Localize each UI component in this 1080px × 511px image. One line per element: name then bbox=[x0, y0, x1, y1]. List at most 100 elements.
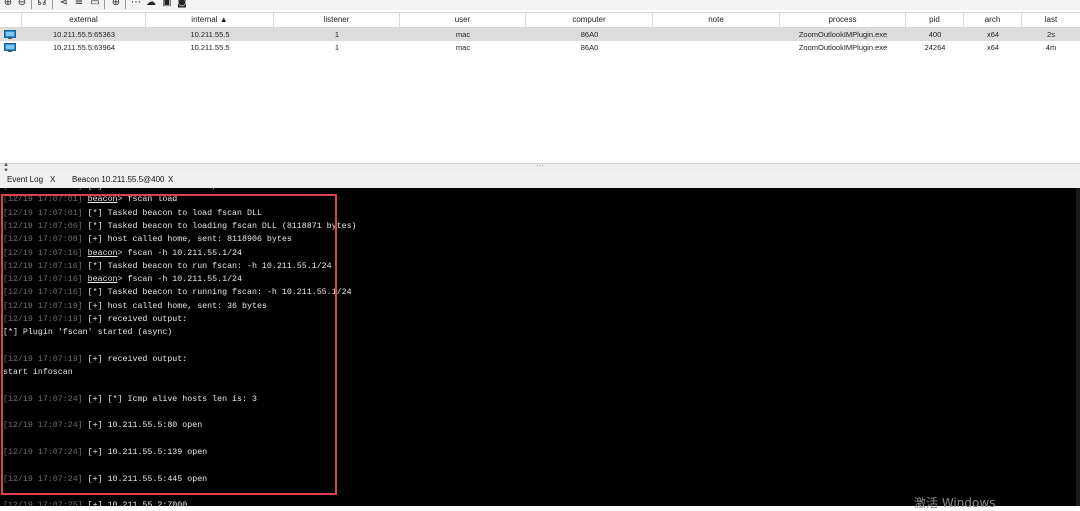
console-line: [12/19 17:07:16] [*] Tasked beacon to ru… bbox=[3, 261, 332, 273]
column-header-last[interactable]: last bbox=[1022, 13, 1080, 27]
console-text: > fscan -h 10.211.55.1/24 bbox=[117, 248, 243, 258]
console-text: 10.211.55.5:80 open bbox=[107, 421, 203, 431]
table-row[interactable]: 10.211.55.5:63964 10.211.55.5 1 mac 86A0… bbox=[0, 41, 1080, 54]
console-timestamp: [12/19 17:07:01] bbox=[3, 208, 83, 218]
table-row[interactable]: 10.211.55.5:65363 10.211.55.5 1 mac 86A0… bbox=[0, 28, 1080, 41]
console-text: 10.211.55.5:445 open bbox=[107, 474, 208, 484]
cell-external: 10.211.55.5:63964 bbox=[52, 43, 115, 52]
cell-listener: 1 bbox=[334, 43, 340, 52]
cell-external: 10.211.55.5:65363 bbox=[52, 30, 115, 39]
cell-pid: 400 bbox=[928, 30, 942, 39]
console-text: start infoscan bbox=[3, 368, 73, 378]
list-icon[interactable]: ≡ bbox=[73, 0, 85, 9]
console-prompt: beacon bbox=[87, 275, 118, 285]
console-line: [12/19 17:07:25] [+] 10.211.55.2:7000 bbox=[3, 500, 187, 506]
console-line: [12/19 17:07:19] [+] received output: bbox=[3, 314, 187, 326]
console-line: start infoscan bbox=[3, 367, 73, 379]
column-header-icon[interactable] bbox=[0, 13, 22, 27]
cloud-icon[interactable]: ☁ bbox=[145, 0, 157, 9]
column-header-pid[interactable]: pid bbox=[906, 13, 964, 27]
window-icon[interactable]: ▭ bbox=[89, 0, 101, 9]
console-prompt: beacon bbox=[87, 195, 118, 205]
console-line: [12/19 17:07:19] [+] received output: bbox=[3, 354, 187, 366]
console-timestamp: [12/19 17:07:16] bbox=[3, 261, 83, 271]
console-tag: [+] bbox=[87, 394, 103, 404]
console-line: [12/19 17:07:16] [*] Tasked beacon to ru… bbox=[3, 287, 352, 299]
plus-circle-icon[interactable]: ⊕ bbox=[2, 0, 14, 9]
beacon-console[interactable]: [12/19 17:06:55] [+] Tasked beacon to sl… bbox=[0, 188, 1080, 506]
column-header-internal[interactable]: internal ▲ bbox=[146, 13, 274, 27]
table-header: external internal ▲ listener user comput… bbox=[0, 13, 1080, 28]
console-line: [12/19 17:07:08] [+] host called home, s… bbox=[3, 234, 292, 246]
console-text: [*] Icmp alive hosts len is: 3 bbox=[107, 394, 257, 404]
console-tag: [*] bbox=[87, 221, 103, 231]
camera-icon[interactable]: ◙ bbox=[176, 0, 188, 9]
console-timestamp: [12/19 17:07:16] bbox=[3, 248, 83, 258]
console-tag: [*] bbox=[87, 208, 103, 218]
column-header-listener[interactable]: listener bbox=[274, 13, 400, 27]
tab-beacon[interactable]: Beacon 10.211.55.5@400 bbox=[72, 171, 165, 188]
toolbar-separator bbox=[52, 0, 53, 9]
cell-internal: 10.211.55.5 bbox=[190, 30, 230, 39]
column-header-computer[interactable]: computer bbox=[526, 13, 653, 27]
console-line: [12/19 17:07:16] beacon> fscan -h 10.211… bbox=[3, 248, 242, 260]
console-timestamp: [12/19 17:07:16] bbox=[3, 288, 83, 298]
share-icon[interactable]: ⋖ bbox=[58, 0, 70, 9]
console-text: Tasked beacon to loading fscan DLL (8118… bbox=[107, 221, 357, 231]
cell-last: 4m bbox=[1045, 43, 1057, 52]
cell-process: ZoomOutlookIMPlugin.exe bbox=[798, 43, 888, 52]
console-tag: [*] bbox=[3, 328, 18, 338]
console-tag: [+] bbox=[87, 301, 103, 311]
console-text: > fscan -h 10.211.55.1/24 bbox=[117, 275, 243, 285]
cell-pid: 24264 bbox=[924, 43, 946, 52]
console-timestamp: [12/19 17:07:08] bbox=[3, 235, 83, 245]
console-timestamp: [12/19 17:06:55] bbox=[3, 188, 83, 191]
column-header-user[interactable]: user bbox=[400, 13, 526, 27]
console-line: [12/19 17:07:24] [+] 10.211.55.5:139 ope… bbox=[3, 447, 207, 459]
console-timestamp: [12/19 17:07:24] bbox=[3, 448, 83, 457]
column-header-note[interactable]: note bbox=[653, 13, 780, 27]
console-text: received output: bbox=[107, 315, 188, 324]
cell-last: 2s bbox=[1047, 30, 1055, 39]
column-header-external[interactable]: external bbox=[22, 13, 146, 27]
console-timestamp: [12/19 17:07:16] bbox=[3, 275, 83, 285]
cell-arch: x64 bbox=[986, 43, 1000, 52]
console-tag: [*] bbox=[87, 261, 103, 271]
minus-circle-icon[interactable]: ⊖ bbox=[16, 0, 28, 9]
console-text: 10.211.55.2:7000 bbox=[107, 501, 188, 506]
console-line: [12/19 17:07:24] [+] 10.211.55.5:80 open bbox=[3, 420, 202, 432]
coffee-icon[interactable]: ▣ bbox=[161, 0, 173, 9]
console-tag: [+] bbox=[87, 421, 103, 431]
tab-event-log[interactable]: Event Log bbox=[7, 171, 43, 188]
console-scrollbar[interactable] bbox=[1076, 188, 1080, 506]
cell-listener: 1 bbox=[334, 30, 340, 39]
toolbar-separator bbox=[31, 0, 32, 9]
cell-arch: x64 bbox=[986, 30, 1000, 39]
console-text: > fscan load bbox=[117, 195, 178, 205]
console-text: Tasked beacon to load fscan DLL bbox=[107, 208, 262, 218]
headphones-icon[interactable]: ☊ bbox=[36, 0, 48, 9]
console-prompt: beacon bbox=[87, 248, 118, 258]
tab-beacon-close-icon[interactable]: X bbox=[168, 171, 173, 188]
drag-grip-icon[interactable]: ··· bbox=[536, 161, 544, 170]
globe-icon[interactable]: ⊕ bbox=[110, 0, 122, 9]
column-header-process[interactable]: process bbox=[780, 13, 906, 27]
toolbar: ⊕ ⊖ ☊ ⋖ ≡ ▭ ⊕ ⋯ ☁ ▣ ◙ bbox=[0, 0, 1080, 10]
console-timestamp: [12/19 17:07:06] bbox=[3, 221, 83, 231]
console-tag: [+] bbox=[87, 354, 103, 364]
tab-event-log-close-icon[interactable]: X bbox=[50, 171, 55, 188]
console-line: [12/19 17:07:24] [+] [*] Icmp alive host… bbox=[3, 394, 257, 406]
console-timestamp: [12/19 17:07:19] bbox=[3, 354, 83, 364]
console-line: [*] Plugin 'fscan' started (async) bbox=[3, 327, 172, 339]
console-tag: [+] bbox=[87, 474, 103, 484]
beacon-computer-icon bbox=[4, 30, 16, 39]
console-line: [12/19 17:07:06] [*] Tasked beacon to lo… bbox=[3, 221, 357, 233]
toolbar-separator bbox=[125, 0, 126, 9]
dots-icon[interactable]: ⋯ bbox=[130, 0, 142, 9]
console-tag: [*] bbox=[87, 288, 103, 298]
cell-computer: 86A0 bbox=[580, 43, 599, 52]
console-tag: [+] bbox=[87, 448, 103, 457]
console-line: [12/19 17:07:24] [+] 10.211.55.5:445 ope… bbox=[3, 474, 207, 486]
console-tag: [+] bbox=[87, 501, 103, 506]
column-header-arch[interactable]: arch bbox=[964, 13, 1022, 27]
